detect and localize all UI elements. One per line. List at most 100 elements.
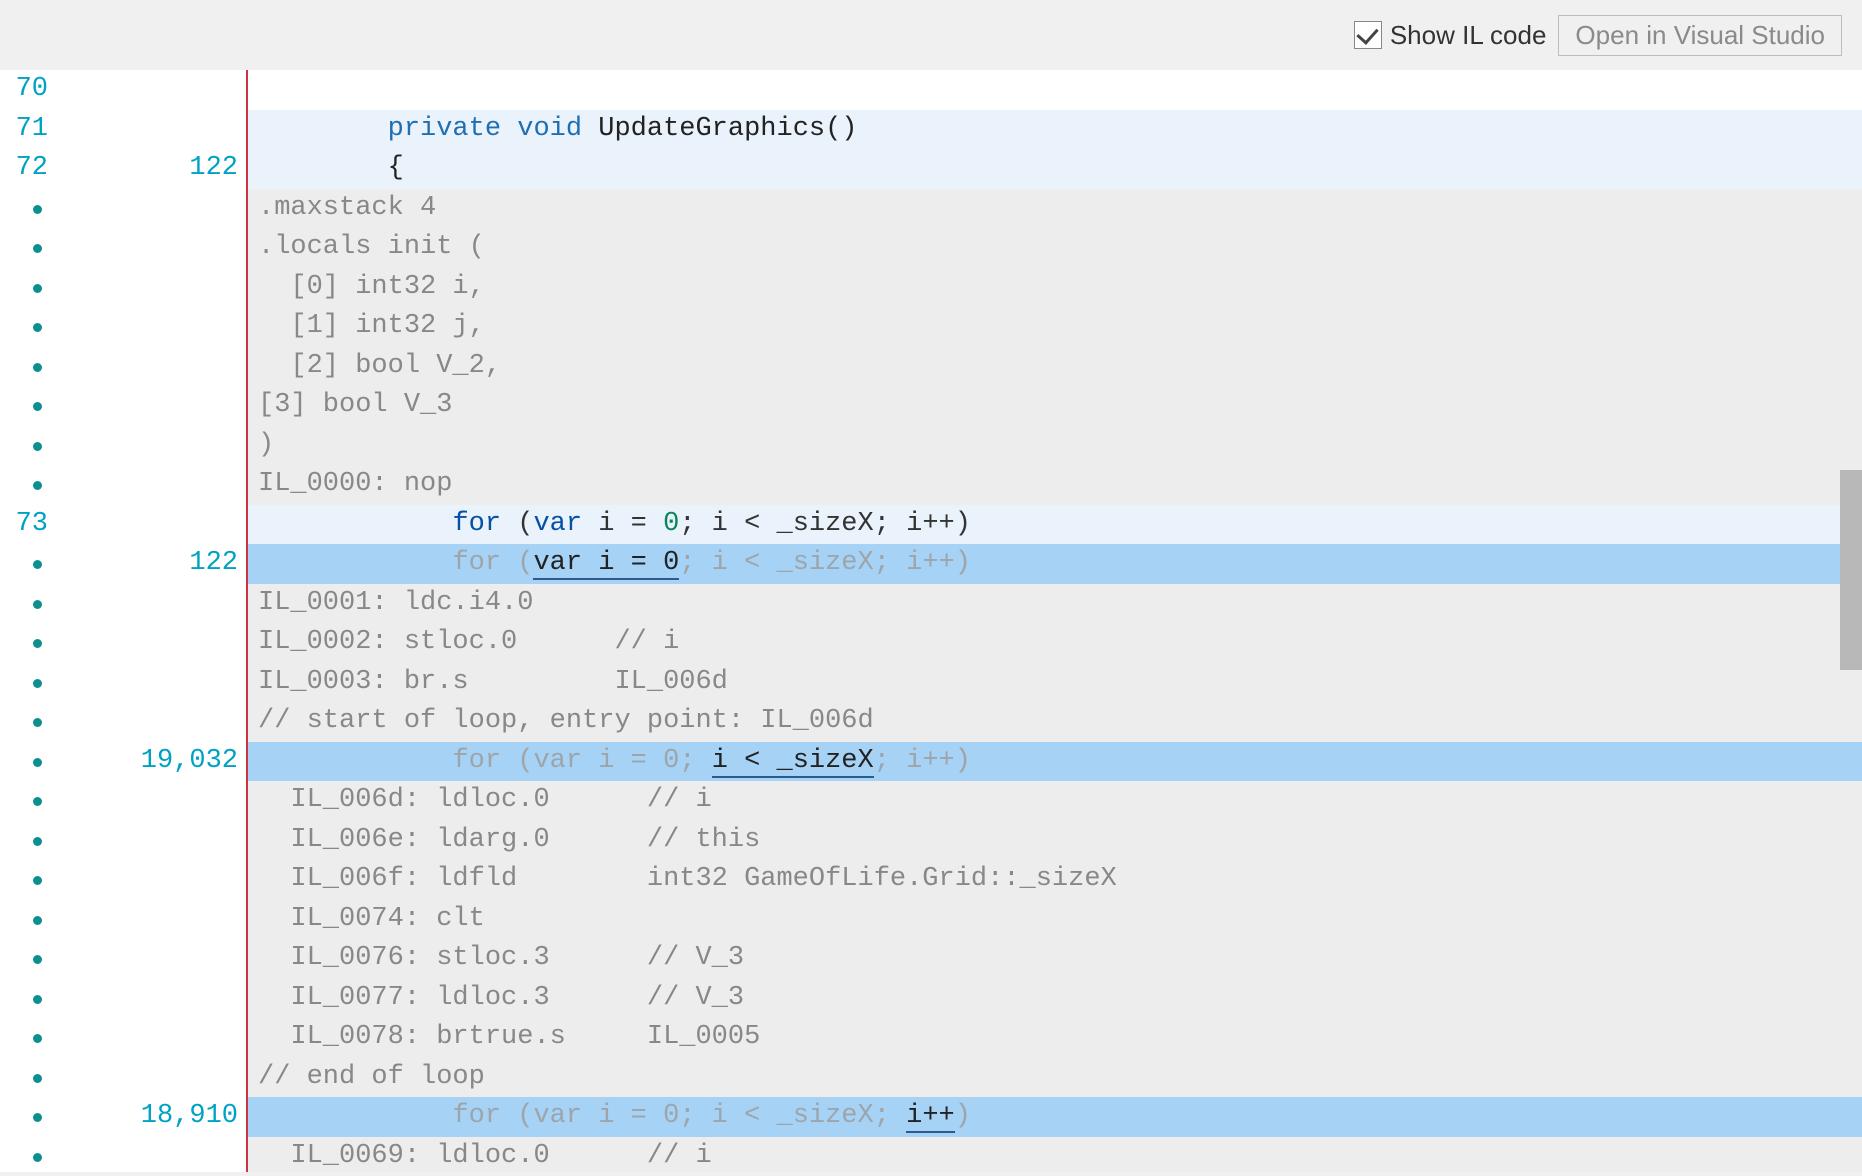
- il-line[interactable]: [0] int32 i,: [248, 268, 1862, 308]
- il-line[interactable]: IL_0078: brtrue.s IL_0005: [248, 1018, 1862, 1058]
- expand-dot[interactable]: [0, 781, 52, 821]
- code-token: {: [258, 153, 404, 183]
- highlight-line[interactable]: for (var i = 0; i < _sizeX; i++): [248, 544, 1862, 584]
- open-in-vs-button[interactable]: Open in Visual Studio: [1558, 15, 1842, 56]
- il-line[interactable]: // end of loop: [248, 1058, 1862, 1098]
- code-token: [258, 509, 452, 539]
- code-token: UpdateGraphics: [598, 114, 825, 144]
- gutter-row: [0, 268, 246, 308]
- gutter-row: [0, 979, 246, 1019]
- expand-dot[interactable]: [0, 623, 52, 663]
- highlight-line[interactable]: for (var i = 0; i < _sizeX; i++): [248, 742, 1862, 782]
- hit-count: 122: [52, 149, 246, 189]
- hit-count: [52, 505, 246, 545]
- hit-count: [52, 584, 246, 624]
- code-token: [1] int32 j,: [258, 311, 485, 341]
- gutter-row: 18,910: [0, 1097, 246, 1137]
- expand-dot[interactable]: [0, 1018, 52, 1058]
- expand-dot[interactable]: [0, 465, 52, 505]
- expand-dot[interactable]: [0, 584, 52, 624]
- il-line[interactable]: ): [248, 426, 1862, 466]
- code-editor[interactable]: 7071721227312219,03218,910 private void …: [0, 70, 1862, 1172]
- expand-dot[interactable]: [0, 1097, 52, 1137]
- code-token: [3] bool V_3: [258, 390, 452, 420]
- expand-dot[interactable]: [0, 386, 52, 426]
- il-line[interactable]: [3] bool V_3: [248, 386, 1862, 426]
- expand-dot[interactable]: [0, 426, 52, 466]
- expand-dot[interactable]: [0, 900, 52, 940]
- show-il-checkbox[interactable]: Show IL code: [1354, 20, 1547, 51]
- hit-count: [52, 1058, 246, 1098]
- dot-icon: [33, 1113, 42, 1122]
- il-line[interactable]: .locals init (: [248, 228, 1862, 268]
- il-line[interactable]: IL_006e: ldarg.0 // this: [248, 821, 1862, 861]
- il-line[interactable]: IL_0003: br.s IL_006d: [248, 663, 1862, 703]
- gutter-row: [0, 189, 246, 229]
- code-token: // end of loop: [258, 1062, 485, 1092]
- il-line[interactable]: .maxstack 4: [248, 189, 1862, 229]
- gutter-row: [0, 307, 246, 347]
- expand-dot[interactable]: [0, 1058, 52, 1098]
- expand-dot[interactable]: [0, 742, 52, 782]
- code-token: for (var i = 0;: [452, 746, 711, 776]
- code-token: IL_0000: nop: [258, 469, 452, 499]
- expand-dot[interactable]: [0, 663, 52, 703]
- line-number: 73: [0, 505, 52, 545]
- hit-count: [52, 426, 246, 466]
- dot-icon: [33, 639, 42, 648]
- expand-dot[interactable]: [0, 347, 52, 387]
- gutter-row: [0, 821, 246, 861]
- scrollbar-track[interactable]: [1840, 70, 1862, 1172]
- signature-line[interactable]: private void UpdateGraphics(): [248, 110, 1862, 150]
- il-line[interactable]: IL_0002: stloc.0 // i: [248, 623, 1862, 663]
- expand-dot[interactable]: [0, 1137, 52, 1176]
- source-line[interactable]: for (var i = 0; i < _sizeX; i++): [248, 505, 1862, 545]
- signature-line[interactable]: {: [248, 149, 1862, 189]
- il-line[interactable]: IL_006d: ldloc.0 // i: [248, 781, 1862, 821]
- expand-dot[interactable]: [0, 307, 52, 347]
- il-line[interactable]: [1] int32 j,: [248, 307, 1862, 347]
- code-token: [501, 114, 517, 144]
- expand-dot[interactable]: [0, 702, 52, 742]
- expand-dot[interactable]: [0, 939, 52, 979]
- code-token: IL_0078: brtrue.s IL_0005: [258, 1022, 760, 1052]
- gutter-row: [0, 623, 246, 663]
- il-line[interactable]: IL_0076: stloc.3 // V_3: [248, 939, 1862, 979]
- dot-icon: [33, 244, 42, 253]
- expand-dot[interactable]: [0, 189, 52, 229]
- hit-count: [52, 702, 246, 742]
- il-line[interactable]: IL_0069: ldloc.0 // i: [248, 1137, 1862, 1173]
- code-token: ): [258, 430, 274, 460]
- highlight-line[interactable]: for (var i = 0; i < _sizeX; i++): [248, 1097, 1862, 1137]
- il-line[interactable]: IL_0001: ldc.i4.0: [248, 584, 1862, 624]
- code-token: .maxstack 4: [258, 193, 436, 223]
- code-token: var i = 0: [533, 548, 679, 580]
- expand-dot[interactable]: [0, 860, 52, 900]
- scrollbar-thumb[interactable]: [1840, 470, 1862, 670]
- code-token: i < _sizeX: [712, 746, 874, 778]
- dot-icon: [33, 442, 42, 451]
- il-line[interactable]: // start of loop, entry point: IL_006d: [248, 702, 1862, 742]
- gutter-row: 70: [0, 70, 246, 110]
- code-token: i =: [582, 509, 663, 539]
- code-token: [2] bool V_2,: [258, 351, 501, 381]
- il-line[interactable]: IL_0074: clt: [248, 900, 1862, 940]
- code-token: 0: [663, 509, 679, 539]
- expand-dot[interactable]: [0, 268, 52, 308]
- il-line[interactable]: [2] bool V_2,: [248, 347, 1862, 387]
- il-line[interactable]: IL_006f: ldfld int32 GameOfLife.Grid::_s…: [248, 860, 1862, 900]
- expand-dot[interactable]: [0, 544, 52, 584]
- il-line[interactable]: IL_0000: nop: [248, 465, 1862, 505]
- dot-icon: [33, 679, 42, 688]
- source-line[interactable]: [248, 70, 1862, 110]
- il-line[interactable]: IL_0077: ldloc.3 // V_3: [248, 979, 1862, 1019]
- gutter-row: [0, 465, 246, 505]
- hit-count: [52, 900, 246, 940]
- expand-dot[interactable]: [0, 979, 52, 1019]
- dot-icon: [33, 1034, 42, 1043]
- expand-dot[interactable]: [0, 821, 52, 861]
- expand-dot[interactable]: [0, 228, 52, 268]
- gutter-row: [0, 228, 246, 268]
- hit-count: [52, 939, 246, 979]
- dot-icon: [33, 837, 42, 846]
